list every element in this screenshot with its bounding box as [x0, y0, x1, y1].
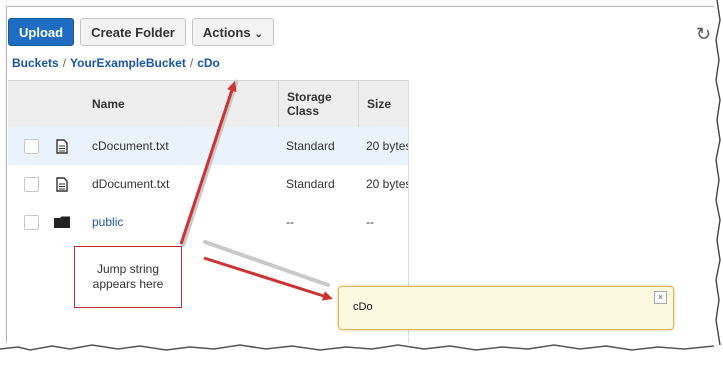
file-icon: [56, 165, 68, 203]
row-checkbox[interactable]: [24, 214, 39, 230]
breadcrumb-separator: /: [62, 56, 67, 70]
object-name[interactable]: cDocument.txt: [92, 127, 169, 165]
breadcrumb-item-current[interactable]: cDo: [197, 56, 220, 70]
object-size: --: [366, 215, 374, 229]
jump-string-text: cDo: [353, 301, 373, 313]
storage-class: --: [286, 215, 294, 229]
breadcrumb-item-bucket[interactable]: YourExampleBucket: [70, 56, 186, 70]
torn-edge: [0, 343, 723, 365]
upload-button[interactable]: Upload: [8, 18, 75, 46]
breadcrumb-item-buckets[interactable]: Buckets: [12, 56, 59, 70]
column-header-storage-class[interactable]: Storage Class: [278, 81, 347, 127]
storage-class: Standard: [286, 177, 335, 191]
folder-icon: [54, 203, 70, 241]
breadcrumb-separator: /: [189, 56, 194, 70]
table-row[interactable]: cDocument.txt Standard 20 bytes: [8, 127, 408, 165]
column-header-name[interactable]: Name: [92, 81, 125, 127]
actions-button[interactable]: Actions ⌄: [191, 18, 274, 46]
jump-string-box[interactable]: cDo ×: [338, 286, 674, 330]
toolbar: Upload Create Folder Actions ⌄: [8, 18, 274, 46]
breadcrumb: Buckets / YourExampleBucket / cDo: [12, 56, 220, 70]
actions-label: Actions: [202, 25, 251, 40]
object-size: 20 bytes: [366, 139, 408, 153]
torn-edge-right: [714, 0, 723, 365]
object-name[interactable]: public: [92, 203, 123, 241]
file-icon: [56, 127, 68, 165]
chevron-down-icon: ⌄: [254, 29, 263, 40]
row-checkbox[interactable]: [24, 176, 39, 192]
close-icon[interactable]: ×: [654, 291, 667, 304]
storage-class: Standard: [286, 139, 335, 153]
object-name[interactable]: dDocument.txt: [92, 165, 169, 203]
callout-note: Jump string appears here: [74, 246, 182, 308]
create-folder-button[interactable]: Create Folder: [80, 18, 186, 46]
object-size: 20 bytes: [366, 177, 408, 191]
refresh-icon[interactable]: ↻: [696, 24, 711, 45]
row-checkbox[interactable]: [24, 138, 39, 154]
table-header: Name Storage Class Size: [8, 80, 408, 128]
table-row[interactable]: dDocument.txt Standard 20 bytes: [8, 165, 408, 203]
table-row[interactable]: public -- --: [8, 203, 408, 241]
